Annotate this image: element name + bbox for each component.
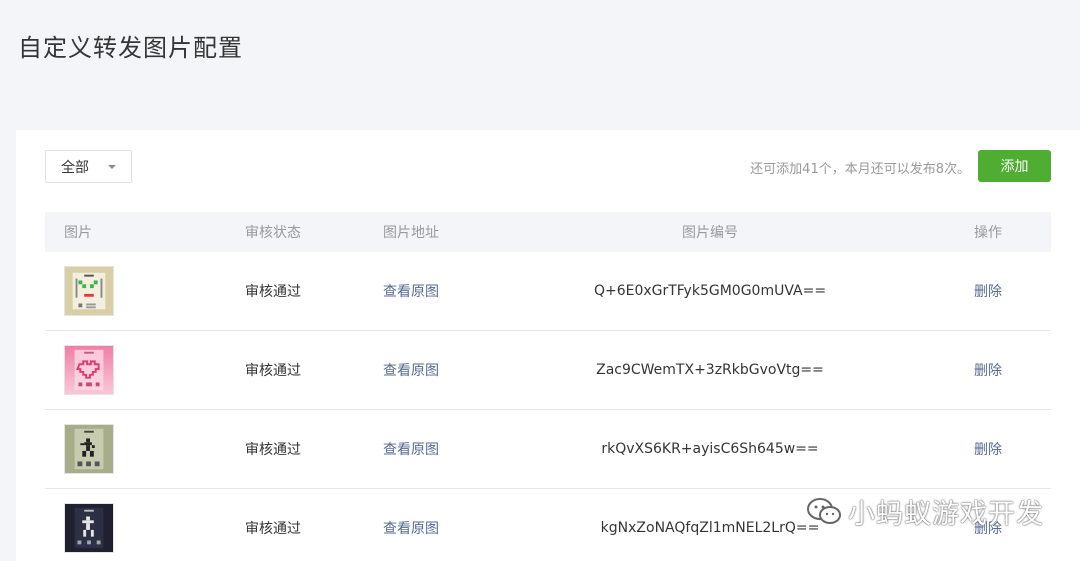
view-original-link[interactable]: 查看原图: [383, 518, 439, 538]
delete-link[interactable]: 删除: [974, 281, 1002, 301]
header-url: 图片地址: [383, 225, 439, 241]
filter-value: 全部: [61, 159, 89, 176]
chevron-down-icon: [108, 165, 116, 169]
quota-text: 还可添加41个，本月还可以发布8次。: [750, 162, 970, 177]
delete-link[interactable]: 删除: [974, 360, 1002, 380]
delete-link[interactable]: 删除: [974, 439, 1002, 459]
table-row: 审核通过 查看原图 Zac9CWemTX+3zRkbGvoVtg== 删除: [45, 331, 1051, 410]
image-id: Zac9CWemTX+3zRkbGvoVtg==: [596, 362, 824, 378]
watermark: 小蚂蚁游戏开发: [806, 492, 1044, 531]
status-text: 审核通过: [245, 442, 301, 458]
wechat-icon: [807, 497, 841, 524]
status-text: 审核通过: [245, 521, 301, 537]
page-title: 自定义转发图片配置: [18, 34, 243, 62]
runner-thumbnail: [64, 424, 114, 474]
header-status: 审核状态: [245, 225, 301, 241]
status-text: 审核通过: [245, 284, 301, 300]
header-id: 图片编号: [682, 225, 738, 241]
header-action: 操作: [974, 225, 1002, 241]
table-row: 审核通过 查看原图 Q+6E0xGrTFyk5GM0G0mUVA== 删除: [45, 252, 1051, 331]
dancer-thumbnail: [64, 503, 114, 553]
status-filter-dropdown[interactable]: 全部: [45, 150, 132, 183]
status-text: 审核通过: [245, 363, 301, 379]
table-row: 审核通过 查看原图 rkQvXS6KR+ayisC6Sh645w== 删除: [45, 410, 1051, 489]
face-thumbnail: [64, 266, 114, 316]
add-button[interactable]: 添加: [978, 150, 1051, 182]
view-original-link[interactable]: 查看原图: [383, 439, 439, 459]
view-original-link[interactable]: 查看原图: [383, 281, 439, 301]
image-id: rkQvXS6KR+ayisC6Sh645w==: [601, 441, 819, 457]
table-header: 图片 审核状态 图片地址 图片编号 操作: [45, 212, 1051, 252]
view-original-link[interactable]: 查看原图: [383, 360, 439, 380]
image-id: Q+6E0xGrTFyk5GM0G0mUVA==: [593, 283, 827, 299]
watermark-text: 小蚂蚁游戏开发: [848, 499, 1044, 530]
heart-thumbnail: [64, 345, 114, 395]
header-image: 图片: [64, 225, 92, 241]
image-id: kgNxZoNAQfqZl1mNEL2LrQ==: [600, 520, 820, 536]
